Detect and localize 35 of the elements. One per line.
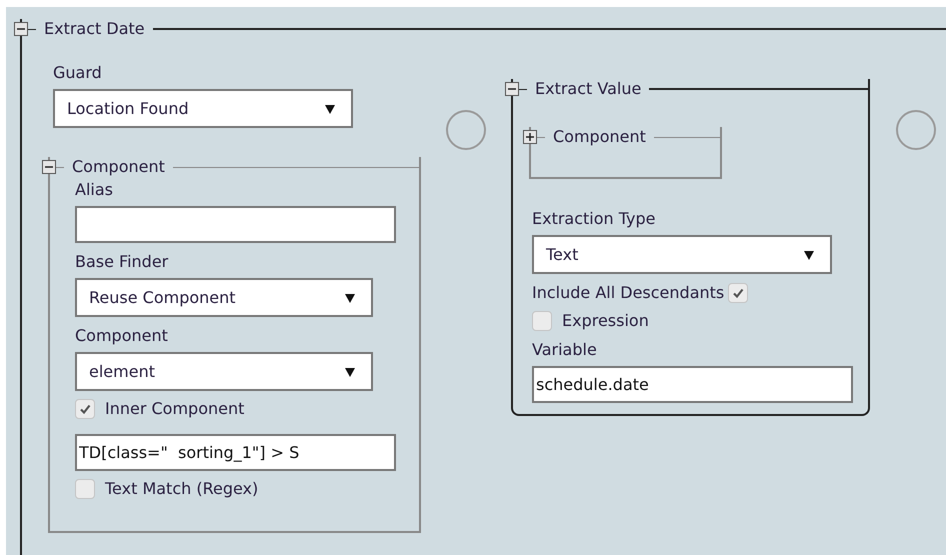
checkmark-icon bbox=[79, 403, 91, 415]
field-label: Text Match (Regex) bbox=[105, 479, 258, 499]
caret-icon bbox=[804, 250, 814, 260]
group-title: Component bbox=[71, 157, 166, 177]
field-label: Include All Descendants bbox=[532, 283, 724, 303]
input-field[interactable]: schedule.date bbox=[532, 366, 853, 403]
field-label: Inner Component bbox=[105, 399, 244, 419]
dropdown[interactable]: element bbox=[75, 352, 373, 391]
collapse-icon[interactable] bbox=[42, 160, 56, 174]
caret-icon bbox=[345, 366, 355, 376]
group-title: Extract Value bbox=[534, 79, 642, 99]
field-label: Variable bbox=[532, 340, 598, 360]
dropdown[interactable]: Text bbox=[532, 235, 832, 274]
group-title: Component bbox=[552, 127, 647, 147]
caret-icon bbox=[345, 292, 355, 302]
collapse-icon[interactable] bbox=[14, 22, 28, 36]
input-field[interactable]: TD[class=" sorting_1"] > S bbox=[75, 434, 396, 471]
field-label: Alias bbox=[75, 180, 114, 200]
field-label: Base Finder bbox=[75, 252, 170, 272]
expand-icon[interactable] bbox=[523, 130, 537, 144]
field-label: Component bbox=[75, 326, 169, 346]
field-label: Extraction Type bbox=[532, 209, 657, 229]
checkbox[interactable] bbox=[728, 283, 748, 303]
dropdown[interactable]: Location Found bbox=[53, 89, 353, 128]
input-field[interactable] bbox=[75, 206, 396, 243]
field-label: Expression bbox=[562, 311, 649, 331]
caret-icon bbox=[325, 104, 335, 114]
collapse-icon[interactable] bbox=[505, 82, 519, 96]
checkbox[interactable] bbox=[75, 399, 95, 419]
checkbox[interactable] bbox=[532, 311, 552, 331]
checkmark-icon bbox=[732, 287, 744, 299]
dropdown[interactable]: Reuse Component bbox=[75, 278, 373, 317]
checkbox[interactable] bbox=[75, 479, 95, 499]
group-title: Extract Date bbox=[43, 19, 146, 39]
field-label: Guard bbox=[53, 63, 103, 83]
